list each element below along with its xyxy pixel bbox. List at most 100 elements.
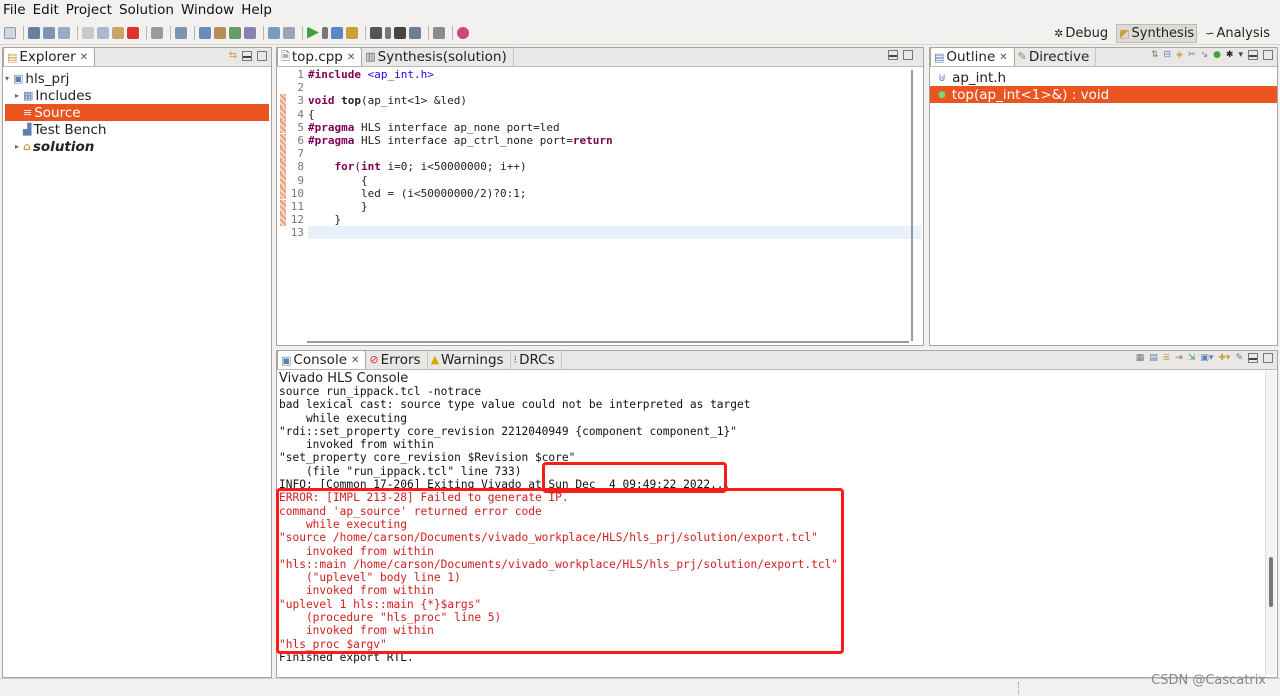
- tree-item-label: Source: [34, 104, 81, 121]
- cut-icon[interactable]: [82, 26, 94, 39]
- save-all-icon[interactable]: [43, 26, 55, 39]
- tree-item-solution[interactable]: ▸ ⌂ solution: [5, 138, 269, 155]
- cpp-file-icon: 🗎: [281, 49, 290, 63]
- macro-icon[interactable]: ✱: [1226, 50, 1234, 60]
- tab-explorer[interactable]: ▤ Explorer ✕: [3, 47, 96, 66]
- project-settings-icon[interactable]: [199, 26, 211, 39]
- console-line: while executing: [279, 411, 407, 425]
- hide-fields-icon[interactable]: ◈: [1176, 50, 1183, 60]
- show-output-icon[interactable]: ⇥: [1175, 353, 1183, 363]
- console-scrollbar-thumb[interactable]: [1269, 557, 1273, 607]
- directive-icon[interactable]: [229, 26, 241, 39]
- synthesis-check-icon[interactable]: [331, 26, 343, 39]
- expand-arrow-icon[interactable]: ▸: [15, 142, 23, 151]
- layout-icon[interactable]: [409, 26, 421, 39]
- minimize-icon[interactable]: [1248, 353, 1258, 363]
- tree-item-source[interactable]: ≡ Source: [5, 104, 269, 121]
- console-scrollbar[interactable]: [1265, 371, 1276, 675]
- maximize-icon[interactable]: [257, 50, 267, 61]
- menu-file[interactable]: File: [3, 2, 26, 18]
- menu-help[interactable]: Help: [241, 2, 272, 18]
- editor-tabstrip: 🗎 top.cpp ✕ ▥ Synthesis(solution): [277, 47, 923, 67]
- tab-directive[interactable]: ✎ Directive: [1015, 47, 1097, 66]
- expand-arrow-icon[interactable]: ▸: [15, 91, 23, 100]
- tab-warnings-label: Warnings: [441, 351, 504, 368]
- hide-static-icon[interactable]: ✂: [1188, 50, 1196, 60]
- tab-top-cpp[interactable]: 🗎 top.cpp ✕: [277, 47, 363, 66]
- display-console-icon[interactable]: ▣▾: [1200, 353, 1213, 363]
- close-icon[interactable]: ✕: [80, 52, 88, 63]
- export-rtl-icon[interactable]: [370, 26, 382, 39]
- collapse-all-icon[interactable]: ⊟: [1164, 50, 1172, 60]
- clear-console-icon[interactable]: ▦: [1136, 353, 1145, 363]
- perspective-debug[interactable]: ✲ Debug: [1052, 25, 1110, 42]
- paste-icon[interactable]: [112, 26, 124, 39]
- solution-settings-icon[interactable]: [214, 26, 226, 39]
- run-c-simulation-icon[interactable]: [307, 26, 319, 39]
- outline-item-include[interactable]: ⊎ ap_int.h: [930, 69, 1277, 86]
- close-icon[interactable]: ✕: [347, 52, 355, 63]
- tree-item-includes[interactable]: ▸ ▦ Includes: [5, 87, 269, 104]
- pin-console-icon[interactable]: ⇲: [1188, 353, 1196, 363]
- link-editor-icon[interactable]: ⇆: [229, 50, 237, 61]
- delete-icon[interactable]: [127, 26, 139, 39]
- open-console-icon[interactable]: ✚▾: [1218, 353, 1230, 363]
- menu-project[interactable]: Project: [66, 2, 112, 18]
- tab-console[interactable]: ▣ Console ✕: [277, 350, 367, 369]
- editor-vertical-scrollbar[interactable]: [911, 70, 913, 341]
- explorer-tabstrip: ▤ Explorer ✕ ⇆: [3, 47, 271, 67]
- copy-icon[interactable]: [97, 26, 109, 39]
- maximize-icon[interactable]: [1263, 50, 1273, 60]
- scroll-lock-icon[interactable]: ▤: [1149, 353, 1158, 363]
- help-search-icon[interactable]: [457, 26, 469, 39]
- perspective-synthesis[interactable]: ◩ Synthesis: [1116, 24, 1198, 43]
- directive-icon: ✎: [1017, 50, 1027, 63]
- console-view-icon[interactable]: [283, 26, 295, 39]
- minimize-icon[interactable]: [1248, 50, 1258, 60]
- compare-icon[interactable]: [244, 26, 256, 39]
- print-icon[interactable]: [151, 26, 163, 39]
- word-wrap-icon[interactable]: ≣: [1163, 353, 1171, 363]
- dropdown-arrow-icon[interactable]: [322, 26, 328, 39]
- cosim-icon[interactable]: [346, 26, 358, 39]
- tab-synthesis-solution[interactable]: ▥ Synthesis(solution): [362, 47, 514, 66]
- editor-view-tools: [888, 50, 913, 60]
- dropdown-arrow-icon[interactable]: [385, 26, 391, 39]
- new-project-icon[interactable]: [175, 26, 187, 39]
- minimize-icon[interactable]: [888, 50, 898, 60]
- analysis-tool-icon[interactable]: [433, 26, 445, 39]
- save-icon[interactable]: [28, 26, 40, 39]
- tab-console-label: Console: [293, 352, 347, 368]
- menu-edit[interactable]: Edit: [33, 2, 59, 18]
- save-as-icon[interactable]: [58, 26, 70, 39]
- console-view-tools: ▦ ▤ ≣ ⇥ ⇲ ▣▾ ✚▾ ✎: [1136, 353, 1273, 363]
- editor-horizontal-scrollbar[interactable]: [307, 341, 909, 343]
- tab-errors[interactable]: ⊘ Errors: [366, 350, 428, 369]
- close-icon[interactable]: ✕: [351, 355, 359, 366]
- outline-panel: ▤ Outline ✕ ✎ Directive ⇅ ⊟ ◈ ✂ ↘ ● ✱ ▾ …: [929, 47, 1278, 346]
- sort-icon[interactable]: ⇅: [1151, 50, 1159, 60]
- close-icon[interactable]: ✕: [999, 52, 1007, 63]
- filter-dot-icon[interactable]: ●: [1213, 50, 1221, 60]
- tree-item-test-bench[interactable]: ▟ Test Bench: [5, 121, 269, 138]
- stop-icon[interactable]: [394, 26, 406, 39]
- menu-window[interactable]: Window: [181, 2, 234, 18]
- tab-outline[interactable]: ▤ Outline ✕: [930, 47, 1015, 66]
- maximize-icon[interactable]: [903, 50, 913, 60]
- collapse-arrow-icon[interactable]: ▾: [5, 74, 13, 83]
- tab-warnings[interactable]: ▲ Warnings: [428, 350, 511, 369]
- minimize-icon[interactable]: [242, 50, 252, 61]
- report-icon[interactable]: [268, 26, 280, 39]
- tab-drcs[interactable]: ⁝ DRCs: [511, 350, 562, 369]
- maximize-icon[interactable]: [1263, 353, 1273, 363]
- outline-item-function[interactable]: ● top(ap_int<1>&) : void: [930, 86, 1277, 103]
- edit-icon[interactable]: ✎: [1235, 353, 1243, 363]
- hide-nonpublic-icon[interactable]: ↘: [1201, 50, 1209, 60]
- menu-solution[interactable]: Solution: [119, 2, 174, 18]
- code-editor[interactable]: #include <ap_int.h> void top(ap_int<1> &l…: [308, 68, 921, 240]
- perspective-analysis[interactable]: ∽ Analysis: [1203, 25, 1272, 42]
- new-file-icon[interactable]: [4, 26, 16, 39]
- view-menu-icon[interactable]: ▾: [1238, 50, 1243, 60]
- tree-item-hls-prj[interactable]: ▾ ▣ hls_prj: [5, 70, 269, 87]
